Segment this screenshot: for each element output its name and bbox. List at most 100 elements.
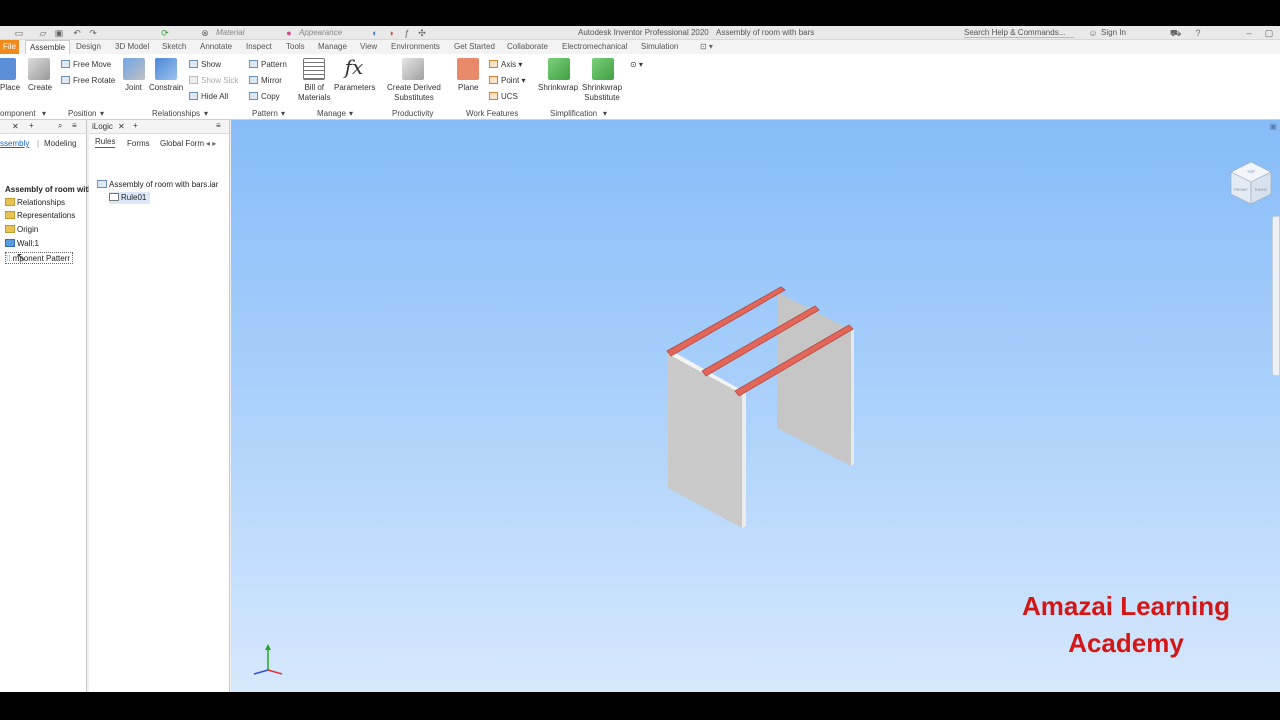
minimize-icon[interactable]: – [1244,28,1254,38]
relationships-group-arrow[interactable]: ▾ [204,109,208,118]
shrinkwrap-button[interactable]: Shrinkwrap [538,83,578,93]
tab-get-started[interactable]: Get Started [454,40,495,54]
component-group-arrow[interactable]: ▾ [42,109,46,118]
adjust-icon[interactable]: ◐ [370,28,380,38]
manage-group-arrow[interactable]: ▾ [349,109,353,118]
rule01-item[interactable]: Rule01 [109,192,151,204]
create-derived-substitutes-button[interactable]: Create Derived Substitutes [387,83,441,103]
tab-options-icon[interactable]: ⊡ ▾ [700,40,713,54]
free-rotate-button[interactable]: Free Rotate [61,76,115,86]
constrain-button[interactable]: Constrain [149,83,183,93]
plane-icon[interactable] [457,58,479,80]
parameters-fx-icon[interactable]: fx [343,56,365,78]
wall-node[interactable]: Wall:1 [5,238,39,250]
origin-node[interactable]: Origin [5,224,38,236]
menu-icon[interactable]: ≡ [72,121,77,131]
save-icon[interactable]: ▣ [54,28,64,38]
update-icon[interactable]: ⟳ [160,28,170,38]
tab-tools[interactable]: Tools [286,40,305,54]
appearance-dropdown[interactable]: Appearance [299,28,342,37]
position-group-label[interactable]: Position [68,109,96,118]
undo-icon[interactable]: ↶ [72,28,82,38]
pattern-group-label[interactable]: Pattern [252,109,278,118]
manage-group-label[interactable]: Manage [317,109,346,118]
axis-button[interactable]: Axis ▾ [489,60,522,70]
clear-override-icon[interactable]: ◑ [386,28,396,38]
back-wall[interactable] [777,292,851,466]
tab-design[interactable]: Design [76,40,101,54]
representations-node[interactable]: Representations [5,210,75,222]
simplification-group-arrow[interactable]: ▾ [603,109,607,118]
clear-icon[interactable]: ⊗ [200,28,210,38]
show-sick-button[interactable]: Show Sick [189,76,238,86]
new-icon[interactable]: ▭ [14,28,24,38]
tab-rules[interactable]: Rules [95,136,116,148]
add-icon[interactable]: + [29,121,34,131]
tab-inspect[interactable]: Inspect [246,40,272,54]
customize-ribbon-icon[interactable]: ⊙ ▾ [630,60,643,70]
constrain-icon[interactable] [155,58,177,80]
redo-icon[interactable]: ↷ [88,28,98,38]
position-group-arrow[interactable]: ▾ [100,109,104,118]
parameters-button[interactable]: Parameters [334,83,375,93]
tab-electromechanical[interactable]: Electromechanical [562,40,627,54]
pattern-button[interactable]: Pattern [249,60,287,70]
component-group-label[interactable]: omponent [0,109,36,118]
create-button[interactable]: Create [28,83,52,93]
shrinkwrap-icon[interactable] [548,58,570,80]
relationships-node[interactable]: Relationships [5,197,65,209]
mirror-button[interactable]: Mirror [249,76,282,86]
free-move-button[interactable]: Free Move [61,60,111,70]
ilogic-menu-icon[interactable]: ≡ [216,121,221,131]
cart-icon[interactable]: ⛟ [1170,28,1181,38]
ilogic-add-icon[interactable]: + [133,121,138,131]
tab-file[interactable]: File [0,40,19,54]
tab-modeling[interactable]: Modeling [44,138,76,150]
roof-bar-1[interactable] [666,286,786,357]
ilogic-close-icon[interactable]: ✕ [118,122,125,132]
bill-of-materials-button[interactable]: Bill of Materials [298,83,330,103]
joint-button[interactable]: Joint [125,83,142,93]
search-field[interactable]: Search Help & Commands... [964,28,1074,38]
plane-button[interactable]: Plane [458,83,478,93]
sign-in-link[interactable]: Sign In [1101,28,1126,37]
fx-icon[interactable]: ƒ [402,28,412,38]
shrinkwrap-substitute-icon[interactable] [592,58,614,80]
tab-3d-model[interactable]: 3D Model [115,40,149,54]
open-icon[interactable]: ▱ [38,28,48,38]
tab-sketch[interactable]: Sketch [162,40,186,54]
simplification-group-label[interactable]: Simplification [550,109,597,118]
tab-forms[interactable]: Forms [127,138,150,150]
tab-global-forms[interactable]: Global Form [160,138,206,150]
ilogic-quick-icon[interactable]: ✣ [417,28,427,38]
ucs-button[interactable]: UCS [489,92,518,102]
copy-button[interactable]: Copy [249,92,280,102]
tab-annotate[interactable]: Annotate [200,40,232,54]
tab-manage[interactable]: Manage [318,40,347,54]
place-icon[interactable] [0,58,16,80]
joint-icon[interactable] [123,58,145,80]
tab-scroll-arrows[interactable]: ◂ ▸ [206,138,216,150]
tab-environments[interactable]: Environments [391,40,440,54]
point-button[interactable]: Point ▾ [489,76,525,86]
tab-simulation[interactable]: Simulation [641,40,678,54]
relationships-group-label[interactable]: Relationships [152,109,200,118]
appearance-icon[interactable]: ● [284,28,294,38]
help-icon[interactable]: ? [1193,28,1203,38]
tab-assemble[interactable]: Assemble [25,40,71,54]
show-button[interactable]: Show [189,60,221,70]
create-icon[interactable] [28,58,50,80]
maximize-icon[interactable]: ▢ [1264,28,1274,38]
bill-of-materials-icon[interactable] [303,58,325,80]
ilogic-tree-root[interactable]: Assembly of room with bars.iar [97,179,218,191]
pattern-group-arrow[interactable]: ▾ [281,109,285,118]
close-icon[interactable]: ✕ [12,122,19,132]
tab-assembly[interactable]: ssembly [0,138,29,150]
front-wall[interactable] [668,354,742,528]
material-dropdown[interactable]: Material [216,28,244,37]
place-button[interactable]: Place [0,83,20,93]
tab-collaborate[interactable]: Collaborate [507,40,548,54]
create-derived-icon[interactable] [402,58,424,80]
shrinkwrap-substitute-button[interactable]: Shrinkwrap Substitute [582,83,622,103]
tab-view[interactable]: View [360,40,377,54]
